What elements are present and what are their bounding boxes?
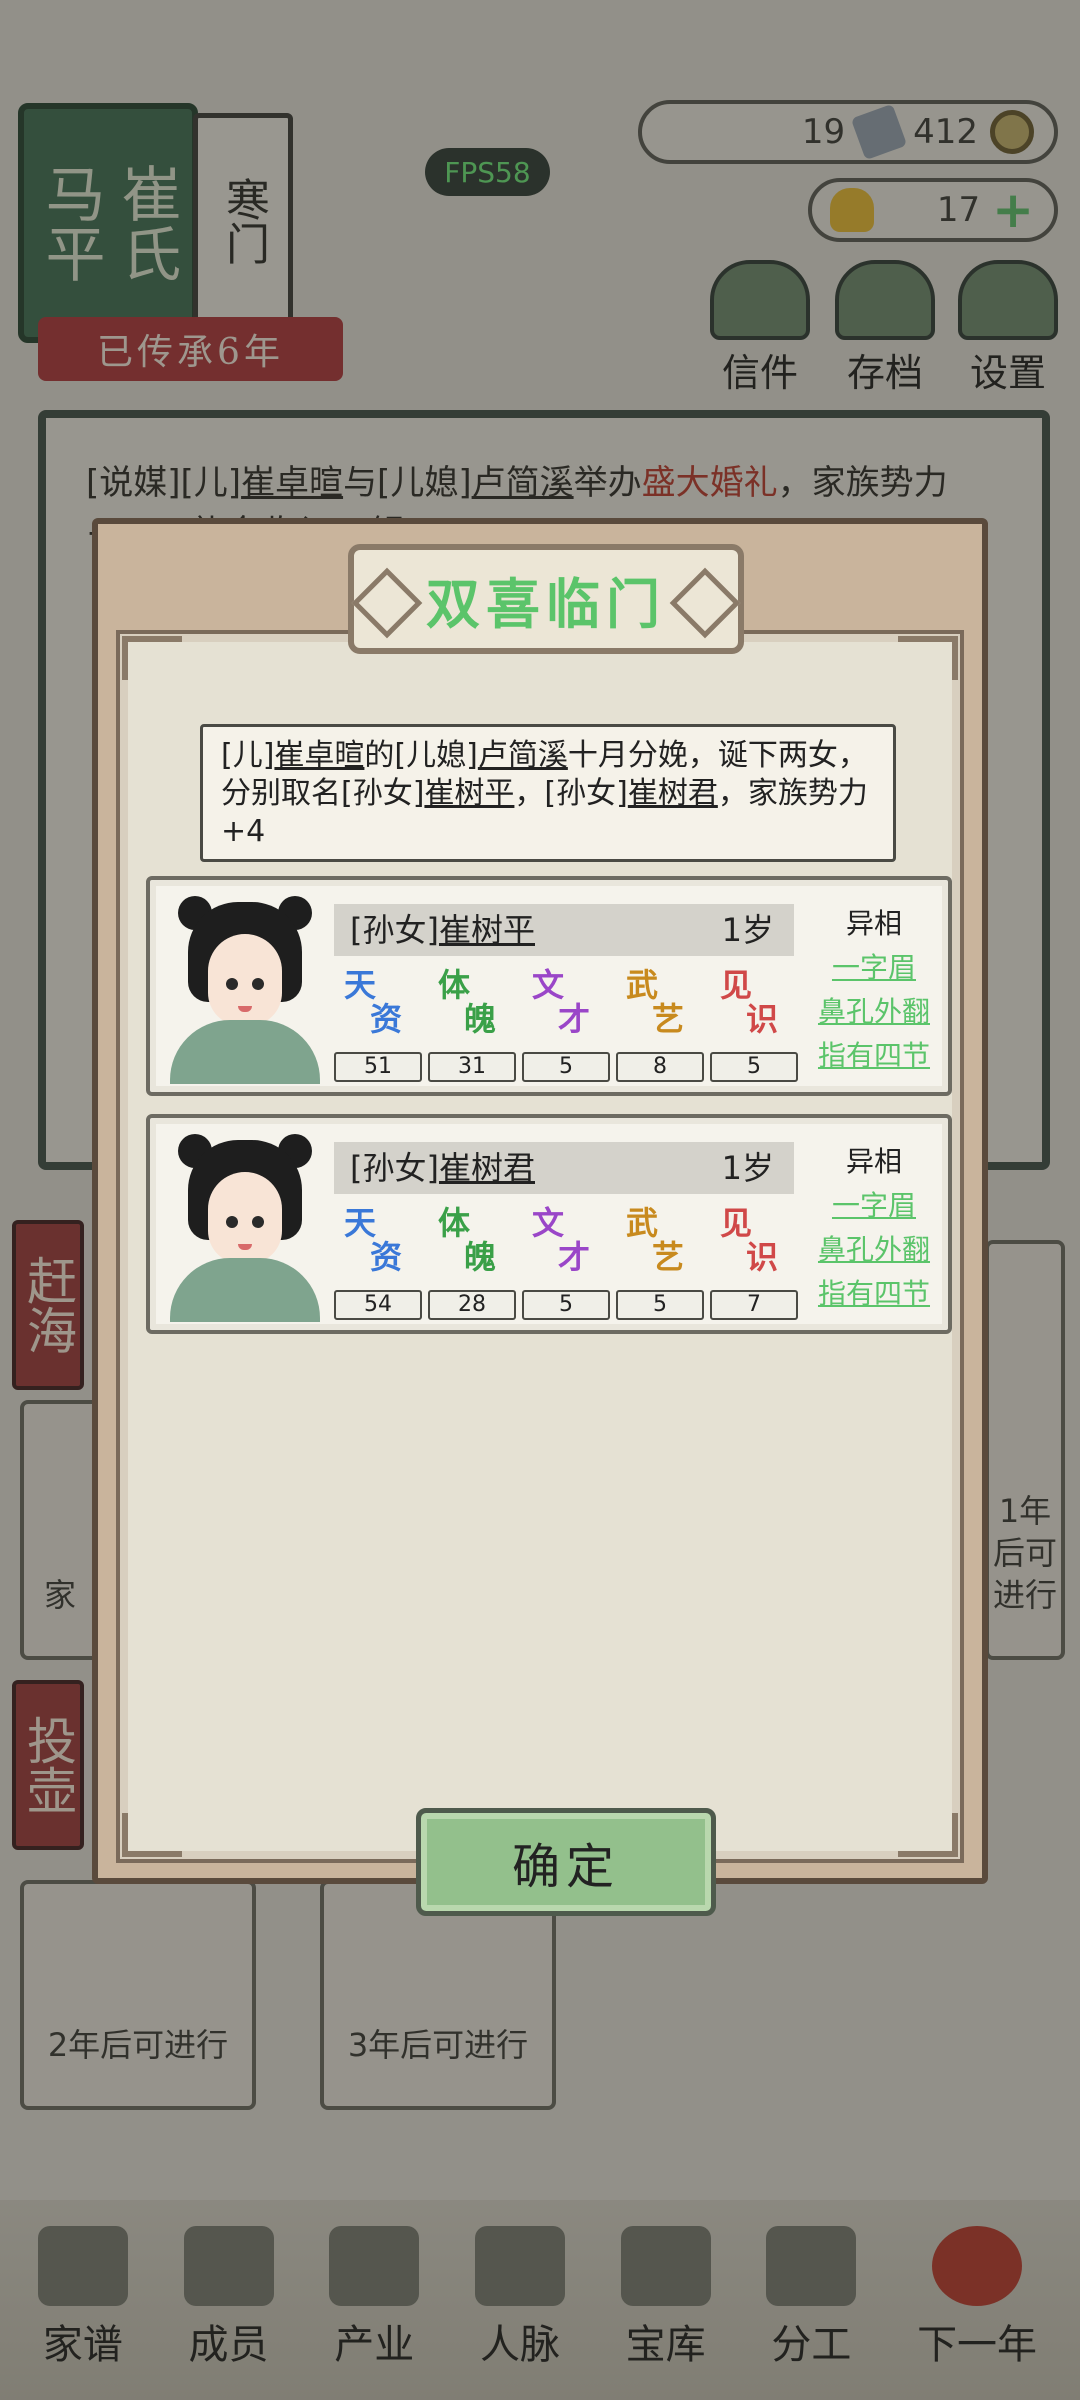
stat-label: 文才 bbox=[532, 1204, 591, 1276]
desc-text: 的[儿媳] bbox=[364, 738, 478, 773]
dialog-title: 双喜临门 bbox=[426, 571, 666, 636]
desc-name-link[interactable]: 卢简溪 bbox=[478, 738, 568, 773]
child-name[interactable]: 崔树君 bbox=[439, 1149, 535, 1187]
stat-value: 5 bbox=[710, 1052, 798, 1082]
stat-value: 31 bbox=[428, 1052, 516, 1082]
traits-header: 异相 bbox=[845, 1145, 902, 1178]
stat-talent: 天资 51 bbox=[334, 968, 422, 1086]
desc-text: [儿] bbox=[221, 738, 275, 773]
event-dialog: [儿]崔卓暄的[儿媳]卢简溪十月分娩，诞下两女，分别取名[孙女]崔树平，[孙女]… bbox=[92, 518, 988, 1916]
stat-literary: 文才 5 bbox=[522, 968, 610, 1086]
child-relation: [孙女] bbox=[350, 1149, 439, 1187]
desc-name-link[interactable]: 崔树君 bbox=[628, 776, 718, 811]
child-name-bar: [孙女]崔树平 1岁 bbox=[334, 904, 794, 956]
child-traits: 异相 一字眉 鼻孔外翻 指有四节 bbox=[806, 902, 942, 1078]
frame-corner bbox=[898, 636, 958, 680]
child-age: 1岁 bbox=[721, 1149, 774, 1187]
stat-label: 武艺 bbox=[626, 1204, 685, 1276]
frame-corner bbox=[122, 636, 182, 680]
confirm-button[interactable]: 确定 bbox=[416, 1808, 716, 1916]
stat-talent: 天资 54 bbox=[334, 1206, 422, 1324]
frame-corner bbox=[898, 1813, 958, 1857]
trait-link[interactable]: 一字眉 bbox=[806, 1184, 942, 1228]
stat-physique: 体魄 31 bbox=[428, 968, 516, 1086]
child-portrait bbox=[170, 894, 320, 1084]
trait-link[interactable]: 指有四节 bbox=[806, 1272, 942, 1316]
child-portrait bbox=[170, 1132, 320, 1322]
stat-label: 体魄 bbox=[438, 1204, 497, 1276]
dialog-title-plate: 双喜临门 bbox=[348, 544, 744, 654]
stat-label: 见识 bbox=[720, 1204, 779, 1276]
stat-label: 天资 bbox=[344, 1204, 403, 1276]
child-traits: 异相 一字眉 鼻孔外翻 指有四节 bbox=[806, 1140, 942, 1316]
desc-name-link[interactable]: 崔卓暄 bbox=[274, 738, 364, 773]
event-description: [儿]崔卓暄的[儿媳]卢简溪十月分娩，诞下两女，分别取名[孙女]崔树平，[孙女]… bbox=[200, 724, 896, 862]
desc-name-link[interactable]: 崔树平 bbox=[424, 776, 514, 811]
stat-value: 51 bbox=[334, 1052, 422, 1082]
stat-knowledge: 见识 7 bbox=[710, 1206, 798, 1324]
frame-corner bbox=[122, 1813, 182, 1857]
stat-label: 天资 bbox=[344, 966, 403, 1038]
child-card[interactable]: [孙女]崔树君 1岁 天资 54 体魄 28 文才 5 武艺 5 见识 7 异相… bbox=[146, 1114, 952, 1334]
stat-label: 体魄 bbox=[438, 966, 497, 1038]
stat-label: 见识 bbox=[720, 966, 779, 1038]
stat-label: 文才 bbox=[532, 966, 591, 1038]
stat-value: 5 bbox=[616, 1290, 704, 1320]
stat-value: 5 bbox=[522, 1052, 610, 1082]
child-age: 1岁 bbox=[721, 911, 774, 949]
child-card[interactable]: [孙女]崔树平 1岁 天资 51 体魄 31 文才 5 武艺 8 见识 5 异相… bbox=[146, 876, 952, 1096]
stat-label: 武艺 bbox=[626, 966, 685, 1038]
trait-link[interactable]: 指有四节 bbox=[806, 1034, 942, 1078]
stat-value: 7 bbox=[710, 1290, 798, 1320]
trait-link[interactable]: 鼻孔外翻 bbox=[806, 990, 942, 1034]
trait-link[interactable]: 鼻孔外翻 bbox=[806, 1228, 942, 1272]
child-name-bar: [孙女]崔树君 1岁 bbox=[334, 1142, 794, 1194]
traits-header: 异相 bbox=[845, 907, 902, 940]
stat-value: 28 bbox=[428, 1290, 516, 1320]
dialog-body: [儿]崔卓暄的[儿媳]卢简溪十月分娩，诞下两女，分别取名[孙女]崔树平，[孙女]… bbox=[116, 630, 964, 1916]
desc-text: ，[孙女] bbox=[514, 776, 628, 811]
stat-literary: 文才 5 bbox=[522, 1206, 610, 1324]
stat-value: 54 bbox=[334, 1290, 422, 1320]
stat-knowledge: 见识 5 bbox=[710, 968, 798, 1086]
stat-martial: 武艺 8 bbox=[616, 968, 704, 1086]
stat-value: 8 bbox=[616, 1052, 704, 1082]
stat-martial: 武艺 5 bbox=[616, 1206, 704, 1324]
child-name[interactable]: 崔树平 bbox=[439, 911, 535, 949]
child-relation: [孙女] bbox=[350, 911, 439, 949]
stat-physique: 体魄 28 bbox=[428, 1206, 516, 1324]
stat-value: 5 bbox=[522, 1290, 610, 1320]
trait-link[interactable]: 一字眉 bbox=[806, 946, 942, 990]
